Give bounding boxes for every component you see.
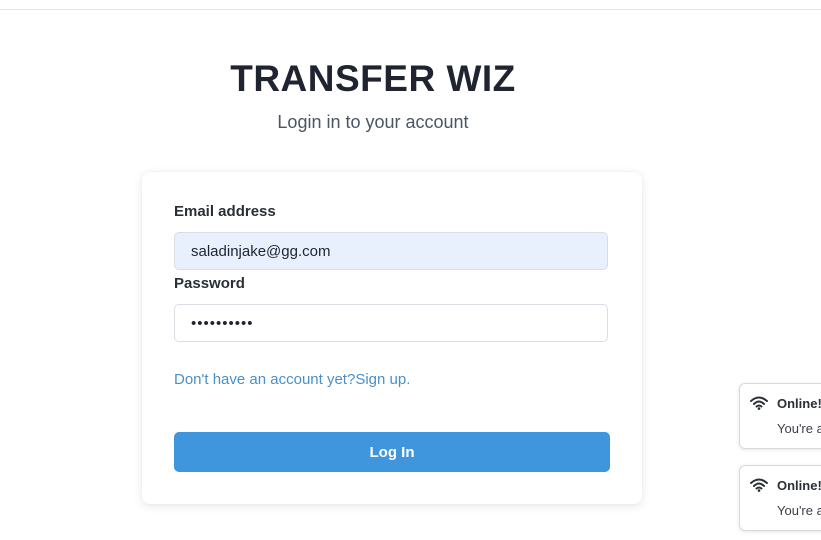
page-subtitle: Login in to your account — [277, 112, 469, 132]
wifi-icon — [750, 478, 768, 492]
top-bar — [0, 0, 821, 10]
toast-message: You're a — [777, 503, 821, 518]
password-label: Password — [174, 275, 245, 292]
email-label: Email address — [174, 203, 276, 220]
login-card: Email address Password Don't have an acc… — [142, 172, 642, 504]
email-input[interactable] — [174, 232, 608, 270]
online-toast[interactable]: Online! You're a — [739, 383, 821, 449]
login-button[interactable]: Log In — [174, 432, 610, 472]
app-title: TRANSFER WIZ — [230, 58, 516, 99]
toast-message: You're a — [777, 421, 821, 436]
wifi-icon — [750, 396, 768, 410]
toast-title: Online! — [777, 396, 821, 411]
signup-link[interactable]: Don't have an account yet?Sign up. — [174, 371, 410, 388]
online-toast[interactable]: Online! You're a — [739, 465, 821, 531]
password-input[interactable] — [174, 304, 608, 342]
toast-title: Online! — [777, 478, 821, 493]
